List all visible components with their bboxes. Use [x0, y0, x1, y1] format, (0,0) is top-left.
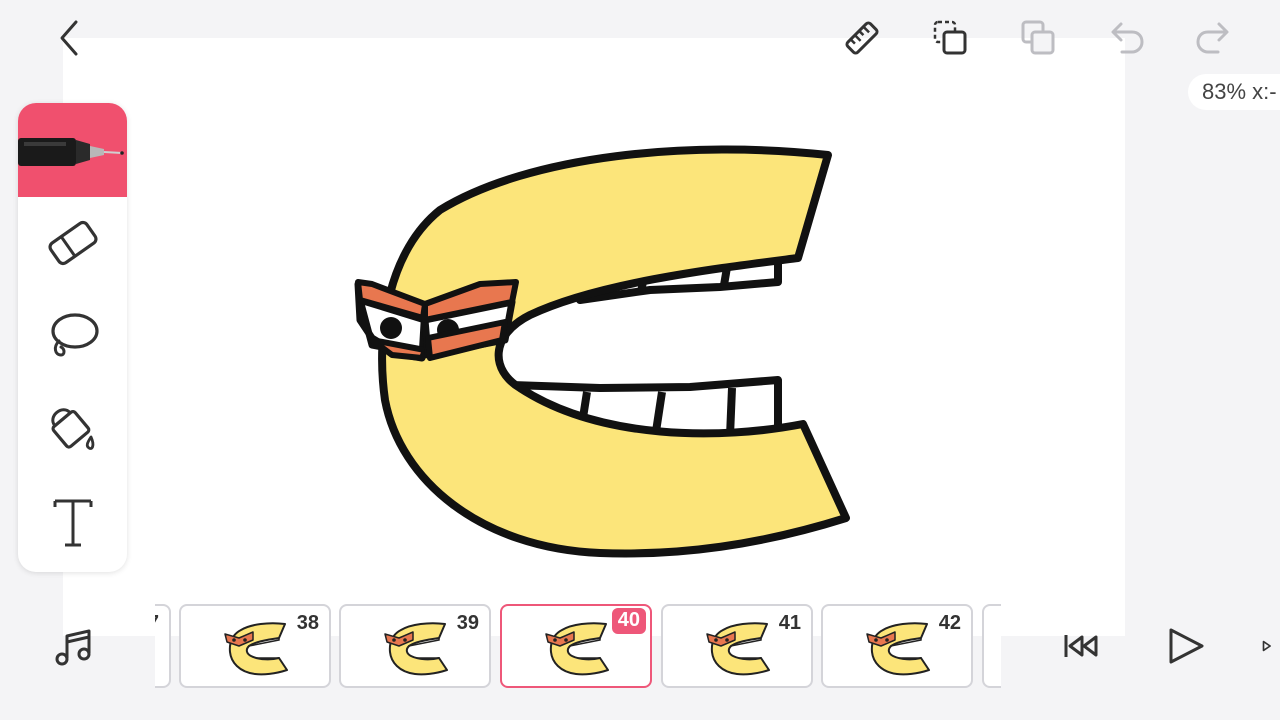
tool-eraser[interactable]: [18, 197, 127, 289]
tool-text[interactable]: [18, 473, 127, 572]
paint-bucket-icon: [50, 408, 94, 450]
frame-preview: [866, 622, 930, 676]
back-icon: [60, 20, 78, 56]
frame-number: 7: [155, 612, 159, 635]
eraser-icon: [47, 220, 98, 266]
next-frame-icon: [1262, 640, 1271, 652]
lasso-icon: [50, 313, 99, 357]
duplicate-icon: [1021, 20, 1055, 55]
pen-icon: [18, 138, 124, 166]
frame-preview: [224, 622, 288, 676]
redo-icon: [1196, 22, 1229, 54]
next-frame-button[interactable]: [1258, 622, 1280, 670]
skip-to-start-button[interactable]: [1058, 622, 1106, 670]
frame-thumbnail[interactable]: 42: [821, 604, 973, 688]
zoom-indicator: 83% x:-: [1188, 74, 1280, 110]
frame-thumbnail[interactable]: 38: [179, 604, 331, 688]
play-icon: [1169, 628, 1204, 664]
frame-number: 38: [296, 612, 319, 634]
frame-timeline[interactable]: 7 38 39 40 41 42: [155, 603, 1001, 691]
frame-preview: [706, 622, 770, 676]
back-button[interactable]: [48, 16, 90, 60]
duplicate-button[interactable]: [1014, 16, 1062, 60]
select-copy-button[interactable]: [926, 16, 974, 60]
redo-button[interactable]: [1190, 16, 1238, 60]
text-icon: [53, 499, 92, 546]
frame-preview: [545, 622, 609, 676]
frame-thumbnail[interactable]: 7: [155, 604, 171, 688]
frame-thumbnail[interactable]: 41: [661, 604, 813, 688]
undo-button[interactable]: [1102, 16, 1150, 60]
frame-thumbnail-current[interactable]: 40: [500, 604, 652, 688]
frame-number-badge: 40: [611, 608, 646, 634]
frame-number: 42: [938, 612, 961, 634]
frame-number: 41: [778, 612, 801, 634]
tool-pen[interactable]: [18, 103, 127, 197]
drawing-canvas[interactable]: [63, 38, 1125, 636]
frame-thumbnail[interactable]: [982, 604, 1001, 688]
music-button[interactable]: [50, 624, 98, 670]
ruler-button[interactable]: [838, 16, 886, 60]
music-icon: [55, 629, 91, 666]
select-copy-icon: [933, 20, 967, 55]
letter-c-drawing: [354, 145, 850, 558]
tool-fill[interactable]: [18, 381, 127, 473]
play-button[interactable]: [1160, 622, 1208, 670]
undo-icon: [1111, 22, 1144, 54]
ruler-icon: [845, 21, 879, 55]
frame-preview: [384, 622, 448, 676]
skip-to-start-icon: [1064, 635, 1098, 657]
frame-number: 39: [456, 612, 479, 634]
frame-thumbnail[interactable]: 39: [339, 604, 491, 688]
tool-palette: [18, 103, 127, 572]
tool-lasso[interactable]: [18, 289, 127, 381]
